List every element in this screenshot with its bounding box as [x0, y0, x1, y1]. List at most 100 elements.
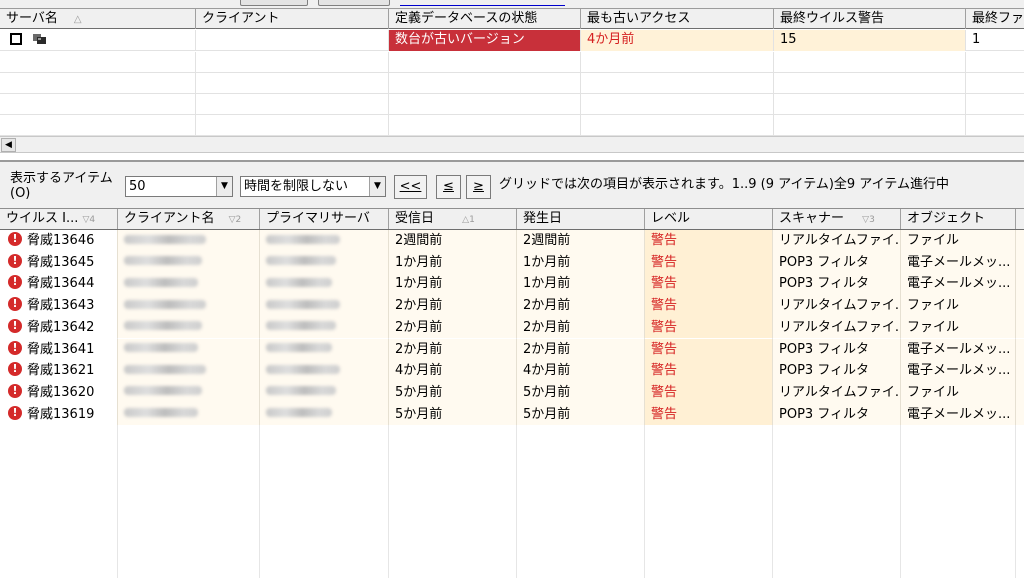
toolbar-button-clipped-2[interactable] — [318, 0, 390, 6]
col-header-client[interactable]: クライアント — [196, 9, 389, 29]
col-header-level[interactable]: レベル — [645, 209, 773, 229]
col-header-object[interactable]: オブジェクト — [901, 209, 1016, 229]
toolbar-button-clipped-1[interactable] — [240, 0, 308, 6]
scanner-cell: POP3 フィルタ — [773, 338, 901, 361]
col-header-received-date[interactable]: 受信日 △1 — [389, 209, 517, 229]
virus-cell: ! 脅威13619 — [0, 403, 118, 426]
client-name-cell — [118, 230, 260, 252]
level-cell: 警告 — [645, 338, 773, 361]
error-icon: ! — [8, 340, 22, 355]
level-cell: 警告 — [645, 251, 773, 274]
virus-cell: ! 脅威13643 — [0, 295, 118, 317]
error-icon: ! — [8, 318, 22, 333]
table-row[interactable]: ! 脅威13621 4か月前 4か月前 警告 POP3 フィルタ 電子メールメッ... — [0, 360, 1024, 382]
occurred-date-cell: 2週間前 — [517, 230, 645, 252]
col-header-occurred-date[interactable]: 発生日 — [517, 209, 645, 229]
server-name-cell — [0, 30, 196, 51]
col-header-last-virus-alert[interactable]: 最終ウイルス警告 — [774, 9, 966, 29]
horizontal-scrollbar[interactable]: ◀ — [0, 136, 1024, 153]
received-date-cell: 2か月前 — [389, 338, 517, 361]
redacted-text — [266, 277, 332, 287]
empty-row — [0, 52, 1024, 73]
extra-cell — [1016, 403, 1024, 426]
object-cell: 電子メールメッ... — [901, 403, 1016, 426]
threat-grid-body: ! 脅威13646 2週間前 2週間前 警告 リアルタイムファイ... ファイル! 脅威136… — [0, 230, 1024, 578]
sort-indicator-icon: △1 — [462, 215, 475, 225]
table-row[interactable]: ! 脅威13644 1か月前 1か月前 警告 POP3 フィルタ 電子メールメッ... — [0, 273, 1024, 296]
occurred-date-cell: 2か月前 — [517, 316, 645, 339]
col-header-scanner[interactable]: スキャナー ▽3 — [773, 209, 901, 229]
col-header-def-db-state[interactable]: 定義データベースの状態 — [389, 9, 581, 29]
table-row[interactable]: ! 脅威13619 5か月前 5か月前 警告 POP3 フィルタ 電子メールメッ... — [0, 403, 1024, 426]
col-header-server-name[interactable]: サーバ名 △ — [0, 9, 196, 29]
redacted-text — [124, 299, 206, 309]
redacted-text — [266, 256, 336, 266]
server-row[interactable]: 数台が古いバージョン 4か月前 15 1 — [0, 30, 1024, 51]
empty-row — [0, 115, 1024, 136]
virus-cell: ! 脅威13642 — [0, 316, 118, 339]
items-per-page-select[interactable]: 50 ▼ — [125, 176, 233, 197]
redacted-text — [266, 408, 332, 418]
primary-server-cell — [260, 381, 389, 404]
received-date-cell: 1か月前 — [389, 251, 517, 274]
time-limit-select[interactable]: 時間を制限しない ▼ — [240, 176, 386, 197]
def-db-state-cell: 数台が古いバージョン — [389, 30, 581, 51]
client-name-cell — [118, 381, 260, 404]
empty-row — [0, 94, 1024, 115]
col-header-client-name[interactable]: クライアント名 ▽2 — [118, 209, 260, 229]
last-file-cell: 1 — [966, 30, 1024, 51]
level-cell: 警告 — [645, 230, 773, 252]
virus-cell: ! 脅威13620 — [0, 381, 118, 404]
primary-server-cell — [260, 295, 389, 317]
oldest-access-cell: 4か月前 — [581, 30, 774, 51]
primary-server-cell — [260, 273, 389, 296]
level-cell: 警告 — [645, 295, 773, 317]
extra-cell — [1016, 381, 1024, 404]
table-row[interactable]: ! 脅威13646 2週間前 2週間前 警告 リアルタイムファイ... ファイル — [0, 230, 1024, 252]
redacted-text — [124, 364, 206, 374]
sort-indicator-icon: ▽4 — [82, 215, 96, 225]
primary-server-cell — [260, 251, 389, 274]
first-page-button[interactable]: << — [394, 175, 427, 199]
table-row[interactable]: ! 脅威13620 5か月前 5か月前 警告 リアルタイムファイ... ファイル — [0, 381, 1024, 404]
server-grid-header: サーバ名 △ クライアント 定義データベースの状態 最も古いアクセス 最終ウイルス… — [0, 9, 1024, 29]
table-row[interactable]: ! 脅威13643 2か月前 2か月前 警告 リアルタイムファイ... ファイル — [0, 295, 1024, 317]
error-icon: ! — [8, 275, 22, 290]
primary-server-cell — [260, 230, 389, 252]
table-row[interactable]: ! 脅威13642 2か月前 2か月前 警告 リアルタイムファイ... ファイル — [0, 316, 1024, 339]
server-group-icon — [32, 32, 48, 44]
primary-server-cell — [260, 403, 389, 426]
client-name-cell — [118, 273, 260, 296]
occurred-date-cell: 1か月前 — [517, 251, 645, 274]
object-cell: 電子メールメッ... — [901, 273, 1016, 296]
chevron-down-icon[interactable]: ▼ — [216, 177, 232, 196]
scanner-cell: POP3 フィルタ — [773, 273, 901, 296]
client-name-cell — [118, 338, 260, 361]
toolbar-link-clipped[interactable] — [400, 0, 565, 6]
primary-server-cell — [260, 360, 389, 382]
items-to-show-label: 表示するアイテム (O) — [10, 171, 113, 201]
virus-cell: ! 脅威13646 — [0, 230, 118, 252]
next-page-button[interactable]: ≥ — [466, 175, 491, 199]
col-header-oldest-access[interactable]: 最も古いアクセス — [581, 9, 774, 29]
chevron-down-icon[interactable]: ▼ — [369, 177, 385, 196]
col-header-virus[interactable]: ウイルス I... ▽4 — [0, 209, 118, 229]
table-row[interactable]: ! 脅威13641 2か月前 2か月前 警告 POP3 フィルタ 電子メールメッ... — [0, 338, 1024, 361]
col-header-primary-server[interactable]: プライマリサーバ — [260, 209, 389, 229]
received-date-cell: 5か月前 — [389, 381, 517, 404]
prev-page-button[interactable]: ≤ — [436, 175, 461, 199]
col-header-extra[interactable] — [1016, 209, 1024, 229]
occurred-date-cell: 2か月前 — [517, 295, 645, 317]
scroll-left-icon[interactable]: ◀ — [1, 138, 16, 152]
col-header-last-file[interactable]: 最終ファ — [966, 9, 1024, 29]
received-date-cell: 2週間前 — [389, 230, 517, 252]
client-name-cell — [118, 316, 260, 339]
server-select-checkbox[interactable] — [10, 32, 22, 45]
pane-splitter[interactable] — [0, 153, 1024, 162]
object-cell: 電子メールメッ... — [901, 251, 1016, 274]
level-cell: 警告 — [645, 360, 773, 382]
table-row[interactable]: ! 脅威13645 1か月前 1か月前 警告 POP3 フィルタ 電子メールメッ... — [0, 251, 1024, 274]
virus-cell: ! 脅威13644 — [0, 273, 118, 296]
client-cell — [196, 30, 389, 51]
extra-cell — [1016, 295, 1024, 317]
